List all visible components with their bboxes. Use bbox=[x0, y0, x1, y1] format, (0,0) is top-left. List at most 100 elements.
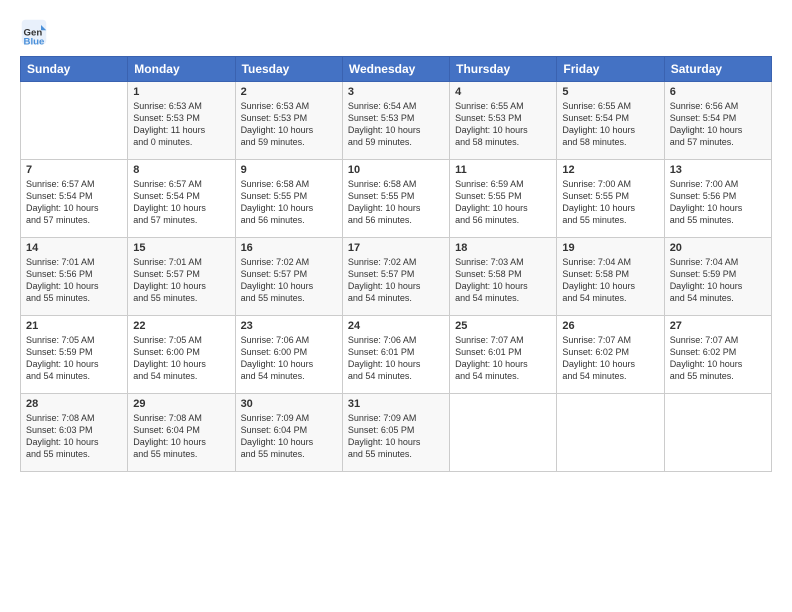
header-friday: Friday bbox=[557, 57, 664, 82]
calendar-cell: 11 Sunrise: 6:59 AM Sunset: 5:55 PM Dayli… bbox=[450, 160, 557, 238]
day-info: Sunrise: 7:00 AM Sunset: 5:56 PM Dayligh… bbox=[670, 178, 766, 227]
calendar-cell: 12 Sunrise: 7:00 AM Sunset: 5:55 PM Dayli… bbox=[557, 160, 664, 238]
calendar-cell: 23 Sunrise: 7:06 AM Sunset: 6:00 PM Dayli… bbox=[235, 316, 342, 394]
day-info: Sunrise: 7:03 AM Sunset: 5:58 PM Dayligh… bbox=[455, 256, 551, 305]
calendar-cell: 25 Sunrise: 7:07 AM Sunset: 6:01 PM Dayli… bbox=[450, 316, 557, 394]
day-info: Sunrise: 7:07 AM Sunset: 6:01 PM Dayligh… bbox=[455, 334, 551, 383]
day-info: Sunrise: 7:09 AM Sunset: 6:05 PM Dayligh… bbox=[348, 412, 444, 461]
calendar-cell: 19Sunrise: 7:04 AM Sunset: 5:58 PM Dayli… bbox=[557, 238, 664, 316]
day-info: Sunrise: 6:58 AM Sunset: 5:55 PM Dayligh… bbox=[348, 178, 444, 227]
day-info: Sunrise: 6:55 AM Sunset: 5:54 PM Dayligh… bbox=[562, 100, 658, 149]
calendar-table: SundayMondayTuesdayWednesdayThursdayFrid… bbox=[20, 56, 772, 472]
week-row-3: 14 Sunrise: 7:01 AM Sunset: 5:56 PM Dayli… bbox=[21, 238, 772, 316]
calendar-cell: 1Sunrise: 6:53 AM Sunset: 5:53 PM Daylig… bbox=[128, 82, 235, 160]
day-info: Sunrise: 7:00 AM Sunset: 5:55 PM Dayligh… bbox=[562, 178, 658, 227]
calendar-cell: 8 Sunrise: 6:57 AM Sunset: 5:54 PM Daylig… bbox=[128, 160, 235, 238]
day-info: Sunrise: 7:04 AM Sunset: 5:59 PM Dayligh… bbox=[670, 256, 766, 305]
day-number: 14 bbox=[26, 242, 122, 254]
calendar-cell bbox=[21, 82, 128, 160]
day-number: 29 bbox=[133, 398, 229, 410]
day-info: Sunrise: 7:01 AM Sunset: 5:56 PM Dayligh… bbox=[26, 256, 122, 305]
day-info: Sunrise: 6:57 AM Sunset: 5:54 PM Dayligh… bbox=[133, 178, 229, 227]
calendar-cell: 4 Sunrise: 6:55 AM Sunset: 5:53 PM Daylig… bbox=[450, 82, 557, 160]
day-number: 25 bbox=[455, 320, 551, 332]
day-number: 8 bbox=[133, 164, 229, 176]
week-row-1: 1Sunrise: 6:53 AM Sunset: 5:53 PM Daylig… bbox=[21, 82, 772, 160]
day-number: 24 bbox=[348, 320, 444, 332]
day-number: 7 bbox=[26, 164, 122, 176]
day-number: 19 bbox=[562, 242, 658, 254]
day-number: 9 bbox=[241, 164, 337, 176]
day-number: 1 bbox=[133, 86, 229, 98]
logo: Gen Blue bbox=[20, 18, 52, 46]
calendar-cell: 27Sunrise: 7:07 AM Sunset: 6:02 PM Dayli… bbox=[664, 316, 771, 394]
day-number: 11 bbox=[455, 164, 551, 176]
day-number: 13 bbox=[670, 164, 766, 176]
calendar-cell: 16 Sunrise: 7:02 AM Sunset: 5:57 PM Dayli… bbox=[235, 238, 342, 316]
day-number: 12 bbox=[562, 164, 658, 176]
calendar-cell: 30Sunrise: 7:09 AM Sunset: 6:04 PM Dayli… bbox=[235, 394, 342, 472]
calendar-cell bbox=[664, 394, 771, 472]
calendar-cell: 28Sunrise: 7:08 AM Sunset: 6:03 PM Dayli… bbox=[21, 394, 128, 472]
header-tuesday: Tuesday bbox=[235, 57, 342, 82]
calendar-cell: 10 Sunrise: 6:58 AM Sunset: 5:55 PM Dayli… bbox=[342, 160, 449, 238]
calendar-cell: 5 Sunrise: 6:55 AM Sunset: 5:54 PM Daylig… bbox=[557, 82, 664, 160]
calendar-cell: 6 Sunrise: 6:56 AM Sunset: 5:54 PM Daylig… bbox=[664, 82, 771, 160]
calendar-cell bbox=[557, 394, 664, 472]
day-number: 16 bbox=[241, 242, 337, 254]
day-info: Sunrise: 6:54 AM Sunset: 5:53 PM Dayligh… bbox=[348, 100, 444, 149]
day-info: Sunrise: 7:09 AM Sunset: 6:04 PM Dayligh… bbox=[241, 412, 337, 461]
day-info: Sunrise: 6:55 AM Sunset: 5:53 PM Dayligh… bbox=[455, 100, 551, 149]
header-thursday: Thursday bbox=[450, 57, 557, 82]
header-wednesday: Wednesday bbox=[342, 57, 449, 82]
svg-text:Blue: Blue bbox=[24, 36, 45, 46]
day-number: 28 bbox=[26, 398, 122, 410]
calendar-cell: 21 Sunrise: 7:05 AM Sunset: 5:59 PM Dayli… bbox=[21, 316, 128, 394]
day-info: Sunrise: 7:05 AM Sunset: 6:00 PM Dayligh… bbox=[133, 334, 229, 383]
day-info: Sunrise: 6:59 AM Sunset: 5:55 PM Dayligh… bbox=[455, 178, 551, 227]
header-sunday: Sunday bbox=[21, 57, 128, 82]
day-info: Sunrise: 6:57 AM Sunset: 5:54 PM Dayligh… bbox=[26, 178, 122, 227]
day-info: Sunrise: 7:06 AM Sunset: 6:00 PM Dayligh… bbox=[241, 334, 337, 383]
day-number: 22 bbox=[133, 320, 229, 332]
calendar-cell: 9 Sunrise: 6:58 AM Sunset: 5:55 PM Daylig… bbox=[235, 160, 342, 238]
day-number: 5 bbox=[562, 86, 658, 98]
week-row-4: 21 Sunrise: 7:05 AM Sunset: 5:59 PM Dayli… bbox=[21, 316, 772, 394]
day-number: 6 bbox=[670, 86, 766, 98]
calendar-cell: 13 Sunrise: 7:00 AM Sunset: 5:56 PM Dayli… bbox=[664, 160, 771, 238]
day-number: 23 bbox=[241, 320, 337, 332]
day-number: 4 bbox=[455, 86, 551, 98]
calendar-cell: 26Sunrise: 7:07 AM Sunset: 6:02 PM Dayli… bbox=[557, 316, 664, 394]
header-saturday: Saturday bbox=[664, 57, 771, 82]
day-number: 3 bbox=[348, 86, 444, 98]
logo-icon: Gen Blue bbox=[20, 18, 48, 46]
day-number: 2 bbox=[241, 86, 337, 98]
calendar-cell: 14 Sunrise: 7:01 AM Sunset: 5:56 PM Dayli… bbox=[21, 238, 128, 316]
week-row-5: 28Sunrise: 7:08 AM Sunset: 6:03 PM Dayli… bbox=[21, 394, 772, 472]
day-info: Sunrise: 7:06 AM Sunset: 6:01 PM Dayligh… bbox=[348, 334, 444, 383]
calendar-cell: 7 Sunrise: 6:57 AM Sunset: 5:54 PM Daylig… bbox=[21, 160, 128, 238]
calendar-cell: 31Sunrise: 7:09 AM Sunset: 6:05 PM Dayli… bbox=[342, 394, 449, 472]
week-row-2: 7 Sunrise: 6:57 AM Sunset: 5:54 PM Daylig… bbox=[21, 160, 772, 238]
calendar-cell: 22 Sunrise: 7:05 AM Sunset: 6:00 PM Dayli… bbox=[128, 316, 235, 394]
day-number: 10 bbox=[348, 164, 444, 176]
day-info: Sunrise: 7:02 AM Sunset: 5:57 PM Dayligh… bbox=[348, 256, 444, 305]
day-number: 21 bbox=[26, 320, 122, 332]
day-info: Sunrise: 7:05 AM Sunset: 5:59 PM Dayligh… bbox=[26, 334, 122, 383]
day-number: 17 bbox=[348, 242, 444, 254]
calendar-cell: 24 Sunrise: 7:06 AM Sunset: 6:01 PM Dayli… bbox=[342, 316, 449, 394]
day-info: Sunrise: 6:56 AM Sunset: 5:54 PM Dayligh… bbox=[670, 100, 766, 149]
day-number: 26 bbox=[562, 320, 658, 332]
day-number: 27 bbox=[670, 320, 766, 332]
day-number: 15 bbox=[133, 242, 229, 254]
calendar-header-row: SundayMondayTuesdayWednesdayThursdayFrid… bbox=[21, 57, 772, 82]
header: Gen Blue bbox=[20, 18, 772, 46]
day-info: Sunrise: 7:02 AM Sunset: 5:57 PM Dayligh… bbox=[241, 256, 337, 305]
day-number: 20 bbox=[670, 242, 766, 254]
calendar-cell: 2Sunrise: 6:53 AM Sunset: 5:53 PM Daylig… bbox=[235, 82, 342, 160]
header-monday: Monday bbox=[128, 57, 235, 82]
day-info: Sunrise: 7:01 AM Sunset: 5:57 PM Dayligh… bbox=[133, 256, 229, 305]
day-info: Sunrise: 6:58 AM Sunset: 5:55 PM Dayligh… bbox=[241, 178, 337, 227]
day-number: 18 bbox=[455, 242, 551, 254]
calendar-cell: 3 Sunrise: 6:54 AM Sunset: 5:53 PM Daylig… bbox=[342, 82, 449, 160]
